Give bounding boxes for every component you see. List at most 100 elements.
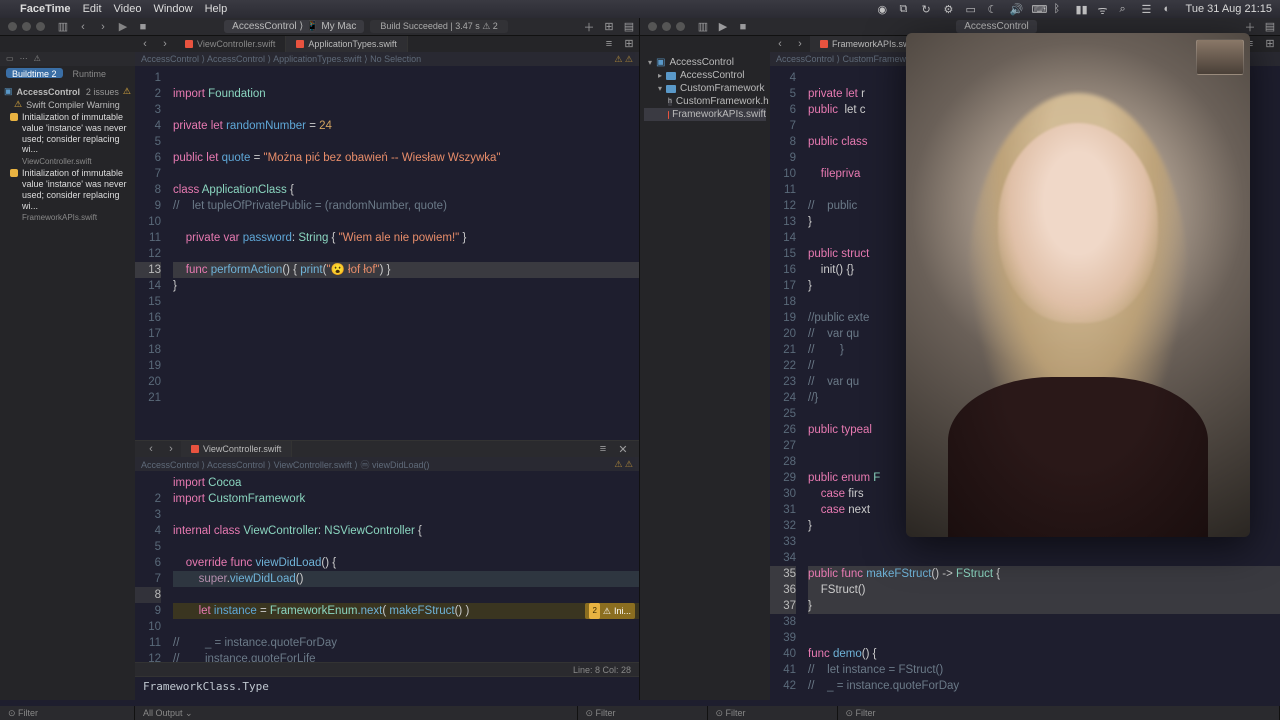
status-display-icon[interactable]: ▭ [966, 3, 978, 15]
menu-edit[interactable]: Edit [83, 3, 102, 15]
footer-bm bar: ⊙ Filter All Output ⌄ ⊙ Filter ⊙ Filter … [0, 706, 1280, 720]
warning-icon: ⚠︎ [14, 99, 22, 110]
seg-runtime[interactable]: Runtime [67, 68, 113, 78]
sidebar-toggle-icon[interactable]: ▥ [53, 20, 73, 34]
nav-back-icon[interactable]: ‹ [135, 37, 155, 51]
editor-tab[interactable]: ApplicationTypes.swift [286, 36, 408, 52]
issue-file: FrameworkAPIs.swift [4, 213, 131, 222]
menu-window[interactable]: Window [153, 3, 192, 15]
video-feed [998, 123, 1158, 323]
menubar-clock[interactable]: Tue 31 Aug 21:15 [1186, 3, 1272, 15]
issue-item[interactable]: Initialization of immutable value 'insta… [4, 166, 131, 213]
nav-back-icon[interactable]: ‹ [73, 20, 93, 34]
inspector-toggle-icon[interactable]: ▤ [1260, 20, 1280, 34]
issue-file: ViewController.swift [4, 157, 131, 166]
status-moon-icon[interactable]: ☾ [988, 3, 1000, 15]
project-navigator: ▾▣AccessControl ▸AccessControl ▾CustomFr… [640, 52, 770, 700]
build-status: Build Succeeded | 3.47 s ⚠︎ 2 [370, 20, 507, 33]
nav-fwd-icon[interactable]: › [790, 37, 810, 51]
code-body[interactable]: import Foundation private let randomNumb… [167, 66, 639, 440]
window-close-icon[interactable] [648, 22, 657, 31]
status-control-center-icon[interactable]: ☰ [1142, 3, 1154, 15]
status-record-icon[interactable]: ◉ [878, 3, 890, 15]
line-gutter: 2345678910111213141516 [135, 471, 167, 662]
breadcrumb-bar[interactable]: AccessControl ⟩ AccessControl ⟩ ViewCont… [135, 457, 639, 471]
status-user-icon[interactable]: ◐ [1164, 3, 1176, 15]
issue-project-row[interactable]: ▣ AccessControl 2 issues ⚠︎ [4, 84, 131, 99]
editor-menu-icon[interactable]: ≡ [599, 37, 619, 51]
facetime-pip[interactable] [1196, 39, 1244, 75]
nav-back-icon[interactable]: ‹ [141, 442, 161, 456]
folder-icon [666, 72, 676, 80]
plus-icon[interactable]: ＋ [579, 20, 599, 34]
scheme-selector-right[interactable]: AccessControl [956, 20, 1036, 33]
issue-item[interactable]: Initialization of immutable value 'insta… [4, 110, 131, 157]
console-output-selector[interactable]: All Output ⌄ [135, 706, 578, 720]
menu-help[interactable]: Help [205, 3, 228, 15]
nav-tab-icon[interactable]: ⋯ [20, 54, 28, 64]
folder-icon [666, 85, 676, 93]
filter-field[interactable]: ⊙ Filter [838, 706, 1280, 720]
tree-file[interactable]: FrameworkAPIs.swift [644, 108, 766, 121]
stop-button[interactable]: ■ [733, 20, 753, 34]
nav-fwd-icon[interactable]: › [93, 20, 113, 34]
window-min-icon[interactable] [662, 22, 671, 31]
issue-group[interactable]: ⚠︎ Swift Compiler Warning [4, 99, 131, 110]
status-gear-icon[interactable]: ⚙ [944, 3, 956, 15]
sidebar-toggle-icon[interactable]: ▥ [693, 20, 713, 34]
window-min-icon[interactable] [22, 22, 31, 31]
editor-split-icon[interactable]: ⊞ [1260, 37, 1280, 51]
menu-video[interactable]: Video [114, 3, 142, 15]
nav-tab-icon[interactable]: ▭ [6, 54, 14, 64]
swift-file-icon [820, 40, 828, 48]
code-body[interactable]: import Cocoa import CustomFramework inte… [167, 471, 639, 662]
tree-project[interactable]: ▾▣AccessControl [644, 56, 766, 69]
xcode-project-icon: ▣ [4, 86, 13, 97]
status-volume-icon[interactable]: 🔊 [1010, 3, 1022, 15]
tree-folder[interactable]: ▸AccessControl [644, 69, 766, 82]
line-gutter: 4567891011121314151617181920212223242526… [770, 66, 802, 700]
editor-tab[interactable]: ViewController.swift [181, 441, 292, 457]
code-editor-top[interactable]: 123456789101112131415161718192021 import… [135, 66, 639, 440]
filter-field[interactable]: ⊙ Filter [578, 706, 708, 720]
window-max-icon[interactable] [676, 22, 685, 31]
nav-fwd-icon[interactable]: › [155, 37, 175, 51]
inspector-toggle-icon[interactable]: ▤ [619, 20, 639, 34]
filter-field[interactable]: ⊙ Filter [708, 706, 838, 720]
status-sync-icon[interactable]: ↻ [922, 3, 934, 15]
plus-icon[interactable]: ＋ [1240, 20, 1260, 34]
issue-navigator: ▭ ⋯ ⚠︎ Buildtime 2 Runtime ▣ AccessContr… [0, 52, 135, 700]
filter-field[interactable]: ⊙ Filter [0, 706, 135, 720]
stop-button[interactable]: ■ [133, 20, 153, 34]
breadcrumb-bar[interactable]: AccessControl ⟩ AccessControl ⟩ Applicat… [135, 52, 639, 66]
editor-split-icon[interactable]: ⊞ [619, 37, 639, 51]
status-bluetooth-icon[interactable]: ᛒ [1054, 3, 1066, 15]
scheme-selector[interactable]: AccessControl ⟩ 📱 My Mac [224, 20, 364, 33]
code-editor-bottom[interactable]: 2345678910111213141516 import Cocoa impo… [135, 471, 639, 662]
facetime-window[interactable] [906, 33, 1250, 537]
status-dropbox-icon[interactable]: ⧉ [900, 3, 912, 15]
swift-file-icon [296, 40, 304, 48]
header-file-icon: h [668, 98, 672, 106]
inline-warning-badge[interactable]: 2⚠︎Ini... [585, 603, 635, 619]
run-button[interactable]: ▶ [113, 20, 133, 34]
library-icon[interactable]: ⊞ [599, 20, 619, 34]
status-search-icon[interactable]: ⌕ [1120, 3, 1132, 15]
status-keyboard-icon[interactable]: ⌨ [1032, 3, 1044, 15]
tree-folder[interactable]: ▾CustomFramework [644, 82, 766, 95]
status-wifi-icon[interactable]: ᯤ [1098, 3, 1110, 15]
editor-tab[interactable]: ViewController.swift [175, 36, 286, 52]
app-name[interactable]: FaceTime [20, 3, 71, 15]
close-split-icon[interactable]: ✕ [613, 442, 633, 456]
tree-file[interactable]: hCustomFramework.h [644, 95, 766, 108]
window-close-icon[interactable] [8, 22, 17, 31]
nav-tab-icon[interactable]: ⚠︎ [34, 54, 41, 64]
seg-buildtime[interactable]: Buildtime 2 [6, 68, 63, 78]
run-button[interactable]: ▶ [713, 20, 733, 34]
nav-back-icon[interactable]: ‹ [770, 37, 790, 51]
console-output[interactable]: FrameworkClass.Type [135, 676, 639, 700]
nav-fwd-icon[interactable]: › [161, 442, 181, 456]
window-max-icon[interactable] [36, 22, 45, 31]
status-battery-icon[interactable]: ▮▮ [1076, 3, 1088, 15]
editor-menu-icon[interactable]: ≡ [593, 442, 613, 456]
